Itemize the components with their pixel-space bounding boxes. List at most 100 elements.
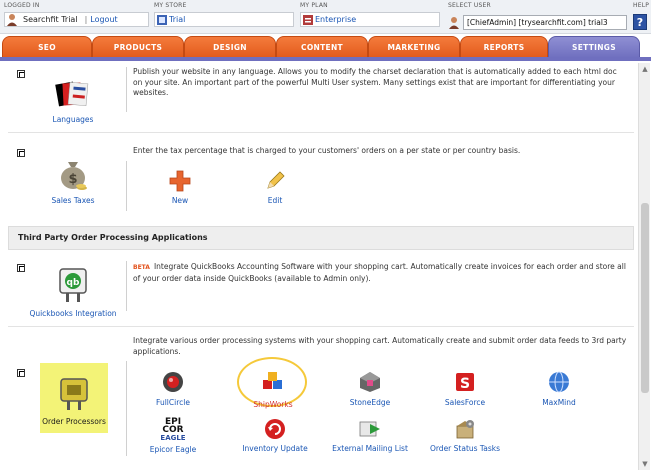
salesforce-icon: S bbox=[456, 373, 474, 392]
quickbooks-label: Quickbooks Integration bbox=[29, 309, 117, 318]
order-status-tasks-item[interactable]: Order Status Tasks bbox=[425, 418, 505, 453]
my-plan-group: MY PLAN Enterprise bbox=[300, 2, 440, 27]
epicor-eagle-icon: EPI COR EAGLE bbox=[160, 417, 185, 442]
select-user-label: SELECT USER bbox=[448, 2, 491, 9]
beta-badge: BETA bbox=[133, 264, 150, 271]
order-processors-description: Integrate various order processing syste… bbox=[133, 336, 627, 356]
vertical-scrollbar[interactable]: ▲ ▼ bbox=[638, 63, 650, 470]
divider-line bbox=[126, 361, 127, 456]
svg-text:$: $ bbox=[68, 172, 77, 187]
tab-strip bbox=[0, 57, 651, 61]
my-store-group: MY STORE Trial bbox=[154, 2, 294, 27]
logout-link[interactable]: Logout bbox=[90, 15, 117, 24]
store-link[interactable]: Trial bbox=[169, 15, 185, 24]
languages-description: Publish your website in any language. Al… bbox=[133, 67, 617, 97]
epicor-eagle-label: Epicor Eagle bbox=[149, 445, 197, 454]
stoneedge-icon bbox=[360, 372, 380, 392]
fullcircle-icon bbox=[163, 372, 183, 392]
tab-products[interactable]: PRODUCTS bbox=[92, 36, 184, 58]
expand-quickbooks-icon[interactable] bbox=[17, 264, 25, 272]
pencil-icon bbox=[267, 171, 285, 189]
row-divider bbox=[8, 132, 634, 133]
help-button[interactable]: ? bbox=[633, 14, 647, 30]
salesforce-item[interactable]: S SalesForce bbox=[425, 370, 505, 407]
salesforce-label: SalesForce bbox=[444, 398, 486, 407]
sales-taxes-item[interactable]: $ Sales Taxes bbox=[28, 156, 118, 205]
select-user-dropdown[interactable]: [ChiefAdmin] [trysearchfit.com] trial3 bbox=[463, 15, 627, 30]
svg-text:S: S bbox=[460, 376, 470, 392]
row-divider bbox=[8, 326, 634, 327]
fullcircle-item[interactable]: FullCircle bbox=[133, 370, 213, 407]
sales-taxes-edit-button[interactable]: Edit bbox=[235, 170, 315, 205]
tab-marketing[interactable]: MARKETING bbox=[368, 36, 460, 58]
refresh-icon bbox=[265, 419, 285, 439]
shipworks-label: ShipWorks bbox=[253, 400, 293, 409]
fullcircle-label: FullCircle bbox=[156, 398, 190, 407]
languages-label: Languages bbox=[52, 115, 94, 124]
svg-text:EAGLE: EAGLE bbox=[160, 434, 185, 441]
tab-settings[interactable]: SETTINGS bbox=[548, 36, 640, 58]
order-processors-plug-icon bbox=[60, 378, 88, 410]
quickbooks-plug-icon: qb bbox=[59, 268, 87, 302]
maxmind-item[interactable]: MaxMind bbox=[519, 370, 599, 407]
expand-languages-icon[interactable] bbox=[17, 70, 25, 78]
select-user-icon bbox=[448, 16, 460, 31]
expand-sales-taxes-icon[interactable] bbox=[17, 149, 25, 157]
plan-icon bbox=[301, 13, 315, 27]
money-bag-icon: $ bbox=[61, 162, 87, 190]
main-nav-tabs: SEO PRODUCTS DESIGN CONTENT MARKETING RE… bbox=[0, 36, 651, 58]
shipworks-item[interactable]: ShipWorks bbox=[233, 370, 313, 409]
scroll-up-icon[interactable]: ▲ bbox=[641, 65, 649, 73]
languages-flags-icon bbox=[55, 81, 89, 107]
tab-content[interactable]: CONTENT bbox=[276, 36, 368, 58]
sales-taxes-label: Sales Taxes bbox=[51, 196, 95, 205]
order-status-tasks-label: Order Status Tasks bbox=[429, 444, 501, 453]
plan-link[interactable]: Enterprise bbox=[315, 15, 356, 24]
mailing-list-icon bbox=[359, 421, 380, 437]
divider-line bbox=[126, 67, 127, 112]
divider-line bbox=[126, 261, 127, 311]
order-status-tasks-icon bbox=[456, 420, 474, 439]
select-user-group: SELECT USER bbox=[448, 2, 491, 9]
order-processors-item[interactable]: Order Processors bbox=[29, 375, 119, 426]
separator: | bbox=[84, 15, 88, 24]
quickbooks-description: BETA Integrate QuickBooks Accounting Soft… bbox=[133, 262, 628, 284]
user-name: Searchfit Trial bbox=[23, 15, 78, 24]
sales-taxes-description: Enter the tax percentage that is charged… bbox=[133, 146, 521, 155]
sales-taxes-new-button[interactable]: New bbox=[140, 170, 220, 205]
tab-design[interactable]: DESIGN bbox=[184, 36, 276, 58]
logged-in-row: Searchfit Trial | Logout bbox=[4, 12, 149, 27]
logged-in-label: LOGGED IN bbox=[4, 2, 40, 9]
scroll-down-icon[interactable]: ▼ bbox=[641, 460, 649, 468]
maxmind-globe-icon bbox=[549, 371, 569, 393]
languages-item[interactable]: Languages bbox=[28, 77, 118, 124]
my-plan-label: MY PLAN bbox=[300, 2, 328, 9]
plus-icon bbox=[169, 170, 191, 192]
my-store-row[interactable]: Trial bbox=[154, 12, 294, 27]
scroll-thumb[interactable] bbox=[641, 203, 649, 393]
quickbooks-item[interactable]: qb Quickbooks Integration bbox=[28, 265, 118, 318]
settings-content: Languages Publish your website in any la… bbox=[8, 63, 634, 470]
new-label: New bbox=[171, 196, 189, 205]
order-processors-label: Order Processors bbox=[42, 417, 106, 426]
section-header-third-party: Third Party Order Processing Application… bbox=[8, 226, 634, 250]
external-mailing-list-item[interactable]: External Mailing List bbox=[330, 418, 410, 453]
stoneedge-item[interactable]: StoneEdge bbox=[330, 370, 410, 407]
stoneedge-label: StoneEdge bbox=[349, 398, 391, 407]
expand-order-processors-icon[interactable] bbox=[17, 369, 25, 377]
quickbooks-description-text: Integrate QuickBooks Accounting Software… bbox=[133, 262, 626, 283]
edit-label: Edit bbox=[267, 196, 283, 205]
logged-in-group: LOGGED IN Searchfit Trial | Logout bbox=[4, 2, 149, 27]
epicor-eagle-item[interactable]: EPI COR EAGLE Epicor Eagle bbox=[133, 415, 213, 454]
tab-seo[interactable]: SEO bbox=[2, 36, 92, 58]
top-bar: LOGGED IN Searchfit Trial | Logout MY ST… bbox=[0, 0, 651, 34]
user-icon bbox=[5, 13, 19, 27]
help-label: HELP bbox=[633, 2, 650, 9]
divider-line bbox=[126, 161, 127, 211]
my-store-label: MY STORE bbox=[154, 2, 187, 9]
tab-reports[interactable]: REPORTS bbox=[460, 36, 548, 58]
inventory-update-item[interactable]: Inventory Update bbox=[235, 418, 315, 453]
my-plan-row[interactable]: Enterprise bbox=[300, 12, 440, 27]
svg-text:qb: qb bbox=[67, 278, 80, 288]
maxmind-label: MaxMind bbox=[542, 398, 576, 407]
